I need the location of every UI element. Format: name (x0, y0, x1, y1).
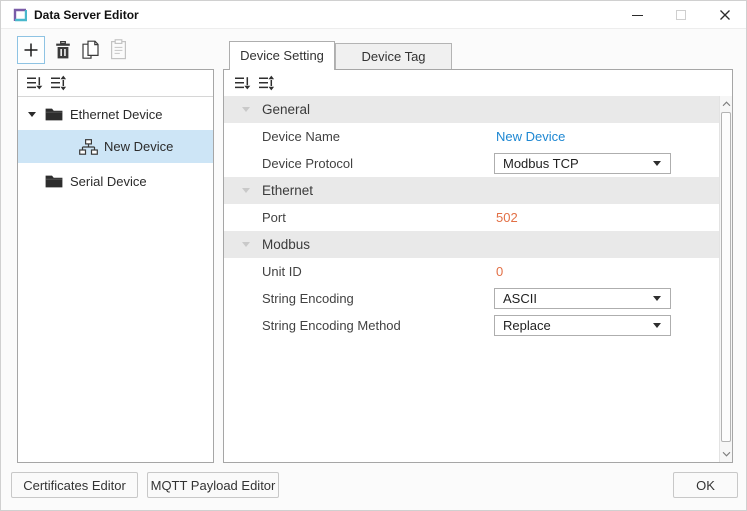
dropdown-value: ASCII (503, 289, 537, 308)
dropdown-value: Modbus TCP (503, 154, 579, 173)
tree-item-label: Serial Device (70, 174, 147, 189)
device-protocol-dropdown[interactable]: Modbus TCP (494, 153, 671, 174)
expand-all-icon[interactable] (50, 75, 67, 91)
certificates-editor-button[interactable]: Certificates Editor (11, 472, 138, 498)
chevron-up-icon (722, 101, 731, 107)
ok-button[interactable]: OK (673, 472, 738, 498)
property-row-string-encoding-method: String Encoding Method Replace (224, 312, 719, 339)
section-title: Ethernet (262, 177, 313, 204)
string-encoding-dropdown[interactable]: ASCII (494, 288, 671, 309)
title-bar: Data Server Editor (1, 1, 747, 29)
port-value[interactable]: 502 (496, 204, 518, 231)
property-row-device-name: Device Name New Device (224, 123, 719, 150)
chevron-down-icon (653, 323, 661, 328)
dropdown-value: Replace (503, 316, 551, 335)
tree-toolbar (18, 70, 213, 97)
folder-icon (45, 108, 63, 124)
vertical-scrollbar[interactable] (719, 96, 732, 462)
scrollbar-thumb[interactable] (721, 112, 731, 442)
property-label: String Encoding Method (262, 312, 401, 339)
device-setting-panel: General Device Name New Device Device Pr… (223, 69, 733, 463)
app-icon (13, 8, 27, 22)
unit-id-value[interactable]: 0 (496, 258, 503, 285)
close-icon (719, 9, 731, 21)
collapse-section-icon (242, 107, 250, 112)
copy-device-button[interactable] (81, 40, 100, 60)
trash-icon (54, 40, 72, 60)
collapse-section-icon (242, 242, 250, 247)
plus-icon (23, 42, 39, 58)
delete-device-button[interactable] (53, 40, 73, 60)
add-device-button[interactable] (17, 36, 45, 64)
collapse-all-icon[interactable] (234, 75, 251, 91)
section-header-general[interactable]: General (224, 96, 719, 123)
scroll-up-button[interactable] (720, 96, 732, 111)
minimize-icon (632, 15, 643, 16)
device-name-value[interactable]: New Device (496, 123, 565, 150)
tab-device-tag[interactable]: Device Tag (335, 43, 452, 69)
property-row-device-protocol: Device Protocol Modbus TCP (224, 150, 719, 177)
property-row-unit-id: Unit ID 0 (224, 258, 719, 285)
tree-item-label: Ethernet Device (70, 107, 163, 122)
collapse-all-icon[interactable] (26, 75, 43, 91)
section-header-modbus[interactable]: Modbus (224, 231, 719, 258)
property-label: Device Protocol (262, 150, 353, 177)
maximize-button[interactable] (665, 1, 697, 29)
property-label: Port (262, 204, 286, 231)
chevron-down-icon (653, 161, 661, 166)
network-device-icon (79, 139, 98, 158)
minimize-button[interactable] (621, 1, 653, 29)
expand-arrow-icon[interactable] (28, 112, 36, 117)
expand-all-icon[interactable] (258, 75, 275, 91)
section-title: General (262, 96, 310, 123)
tab-device-setting[interactable]: Device Setting (229, 41, 335, 70)
mqtt-payload-editor-button[interactable]: MQTT Payload Editor (147, 472, 279, 498)
property-row-string-encoding: String Encoding ASCII (224, 285, 719, 312)
scroll-down-button[interactable] (720, 446, 732, 461)
maximize-icon (676, 10, 686, 20)
paste-icon (110, 39, 127, 60)
property-row-port: Port 502 (224, 204, 719, 231)
chevron-down-icon (722, 451, 731, 457)
tree-item-serial-device[interactable]: Serial Device (18, 167, 213, 195)
section-title: Modbus (262, 231, 310, 258)
property-label: Unit ID (262, 258, 302, 285)
chevron-down-icon (653, 296, 661, 301)
window-title: Data Server Editor (34, 1, 139, 29)
tree-item-label: New Device (104, 139, 173, 154)
property-label: Device Name (262, 123, 340, 150)
string-encoding-method-dropdown[interactable]: Replace (494, 315, 671, 336)
paste-device-button (109, 39, 127, 60)
collapse-section-icon (242, 188, 250, 193)
tree-item-ethernet-device[interactable]: Ethernet Device (18, 100, 213, 128)
data-server-editor-window: Data Server Editor (0, 0, 747, 511)
device-tree-panel: Ethernet Device New Device Serial De (17, 69, 214, 463)
folder-icon (45, 175, 63, 191)
section-header-ethernet[interactable]: Ethernet (224, 177, 719, 204)
copy-icon (81, 40, 100, 60)
tree-item-new-device[interactable]: New Device (18, 130, 213, 163)
property-label: String Encoding (262, 285, 354, 312)
close-button[interactable] (707, 1, 743, 29)
